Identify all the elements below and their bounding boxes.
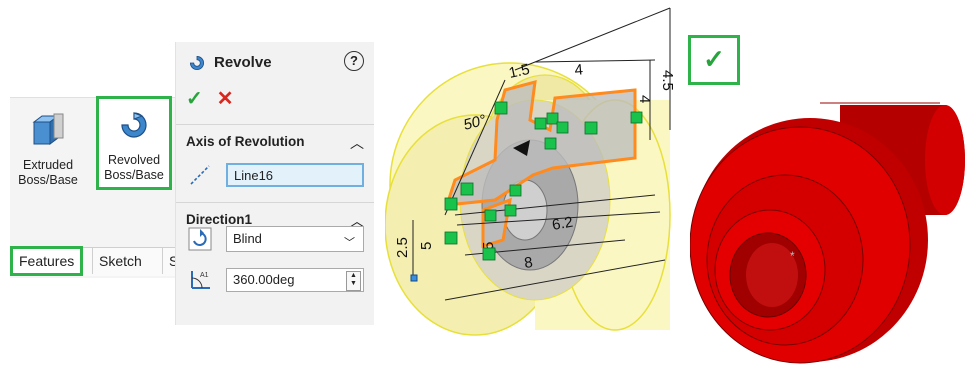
ok-button[interactable]: ✓ <box>186 88 203 110</box>
angle-input[interactable]: 360.00deg ▲ ▼ <box>226 268 364 292</box>
dim-5-left[interactable]: 5 <box>418 242 435 250</box>
revolve-feature-icon <box>189 55 205 71</box>
help-icon[interactable]: ? <box>344 51 364 71</box>
svg-text:A1: A1 <box>200 272 209 279</box>
command-manager-tabs: Features Sketch S <box>10 246 181 276</box>
dim-4-5[interactable]: 4.5 <box>659 70 676 91</box>
chevron-down-icon: ﹀ <box>344 237 355 249</box>
extruded-label-1: Extruded <box>22 158 74 172</box>
svg-text:*: * <box>790 249 795 263</box>
axis-line-icon <box>190 165 210 185</box>
confirmation-corner-ok[interactable]: ✓ <box>688 35 740 85</box>
cancel-button[interactable]: ✕ <box>217 88 234 110</box>
reverse-direction-icon[interactable] <box>188 227 212 251</box>
revolved-label-2: Boss/Base <box>104 168 164 182</box>
revolved-part-red[interactable]: * <box>690 95 965 368</box>
extruded-label-2: Boss/Base <box>18 173 78 187</box>
axis-group-title[interactable]: Axis of Revolution <box>186 134 305 149</box>
angle-icon: A1 <box>191 271 210 289</box>
extrude-icon <box>32 113 64 145</box>
pm-actions: ✓ ✕ <box>186 86 234 111</box>
tab-features[interactable]: Features <box>10 246 84 276</box>
dim-2-5[interactable]: 2.5 <box>394 237 411 258</box>
revolved-label-1: Revolved <box>107 153 161 167</box>
pm-header: Revolve <box>186 52 272 74</box>
revolve-preview-graphic[interactable]: 1.5 4 4.5 50° 4 6.2 8 2.5 5 5 <box>385 0 685 368</box>
angle-value: 360.00deg <box>233 272 295 287</box>
check-icon: ✓ <box>703 44 725 74</box>
revolve-property-manager: Revolve ? ✓ ✕ Axis of Revolution ︿ Line16… <box>175 42 374 325</box>
axis-of-revolution-group: Axis of Revolution ︿ Line16 <box>176 124 374 203</box>
direction1-group: Direction1 ︿ Blind ﹀ A1 360.00deg ▲ ▼ <box>176 202 374 323</box>
revolved-boss-base-button[interactable]: Revolved Boss/Base <box>96 96 172 190</box>
angle-spinner[interactable]: ▲ ▼ <box>346 271 361 291</box>
tab-sketch[interactable]: Sketch <box>92 248 148 274</box>
end-condition-select[interactable]: Blind ﹀ <box>226 226 364 252</box>
revolve-icon <box>121 112 147 138</box>
axis-selection-field[interactable]: Line16 <box>226 163 364 187</box>
chevron-up-icon[interactable]: ︿ <box>350 133 364 153</box>
direction-group-title[interactable]: Direction1 <box>186 212 252 227</box>
dim-4-top[interactable]: 4 <box>574 61 584 79</box>
dim-6-2[interactable]: 6.2 <box>551 214 574 234</box>
dim-4-side[interactable]: 4 <box>636 95 653 103</box>
pm-title: Revolve <box>214 53 272 71</box>
extruded-boss-base-button[interactable]: Extruded Boss/Base <box>12 110 84 188</box>
end-condition-value: Blind <box>233 231 262 246</box>
